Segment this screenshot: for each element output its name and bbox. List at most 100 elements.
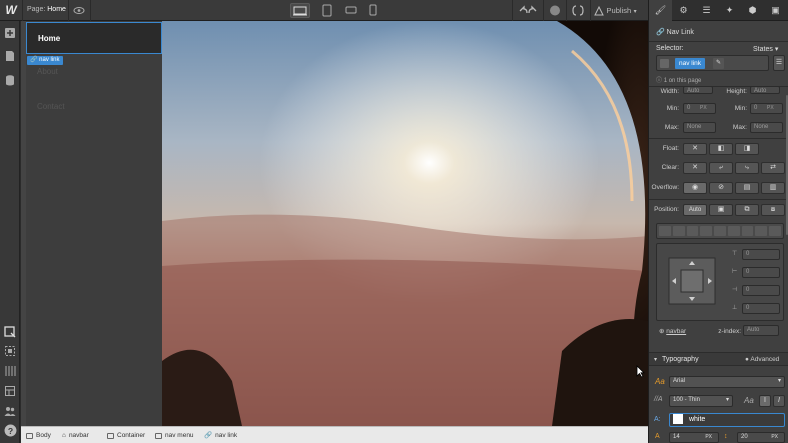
typography-section-header[interactable]: ▾ Typography ● Advanced (649, 352, 788, 366)
preset-right[interactable] (727, 226, 740, 236)
landscape-phone-view-button[interactable] (344, 3, 358, 18)
nav-link-home[interactable]: Home (26, 22, 162, 54)
clear-right-button[interactable]: ⤷ (735, 162, 759, 174)
breadcrumb-container[interactable]: Container (107, 431, 145, 440)
unit-label: PX (705, 434, 712, 440)
max-height-field[interactable]: None (750, 122, 783, 133)
min-height-label: Min: (734, 105, 747, 112)
nav-link-contact[interactable]: Contact (26, 91, 162, 123)
selector-menu-button[interactable]: ☰ (773, 55, 785, 71)
selector-chip[interactable]: nav link (675, 58, 706, 69)
webflow-logo[interactable]: W (2, 2, 20, 19)
float-left-button[interactable]: ◧ (709, 143, 733, 155)
italic-icon: I (778, 397, 780, 404)
clear-both-button[interactable]: ⇄ (761, 162, 785, 174)
breadcrumb-body[interactable]: Body (26, 431, 51, 440)
color-swatch[interactable] (673, 414, 683, 425)
position-box-diagram[interactable] (667, 256, 717, 306)
page-selector[interactable]: Page: Home (27, 6, 66, 13)
tab-symbols[interactable]: ⬢ (741, 0, 764, 21)
zindex-field[interactable]: Auto (743, 325, 779, 336)
tablet-view-button[interactable] (320, 3, 334, 18)
advanced-toggle[interactable]: ● Advanced (745, 356, 779, 363)
position-fixed-button[interactable]: ⧇ (761, 204, 785, 216)
bottom-arrow-icon: ⊥ (732, 305, 738, 311)
select-box-icon[interactable] (4, 345, 16, 357)
layout-guides-icon[interactable] (4, 385, 16, 397)
chevron-down-icon: ▾ (725, 397, 729, 403)
preset-bottom-right[interactable] (700, 226, 713, 236)
clear-none-button[interactable]: ✕ (683, 162, 707, 174)
selector-label: Selector: (656, 45, 684, 52)
right-offset-field[interactable]: 0 (742, 285, 780, 296)
zindex-label: z-index: (718, 328, 741, 335)
float-none-button[interactable]: ✕ (683, 143, 707, 155)
publish-button[interactable]: Publish ▾ (594, 3, 646, 18)
close-icon: ✕ (692, 145, 698, 152)
preset-top-right[interactable] (672, 226, 685, 236)
preset-bottom[interactable] (755, 226, 768, 236)
states-dropdown[interactable]: States ▾ (753, 45, 778, 53)
undo-redo-buttons[interactable] (516, 3, 540, 18)
position-presets (659, 226, 782, 236)
italic-button[interactable]: I (773, 395, 785, 407)
clear-left-icon: ⤶ (719, 164, 723, 171)
unit-label: PX (767, 105, 774, 111)
overflow-visible-button[interactable]: ◉ (683, 182, 707, 194)
tab-settings[interactable]: ⚙ (672, 0, 695, 21)
clear-left-button[interactable]: ⤶ (709, 162, 733, 174)
font-weight-select[interactable]: 100 - Thin ▾ (669, 395, 733, 407)
bottom-offset-field[interactable]: 0 (742, 303, 780, 314)
overflow-auto-button[interactable]: ▥ (761, 182, 785, 194)
relative-to-parent[interactable]: ⊕ navbar (659, 327, 686, 335)
max-width-field[interactable]: None (683, 122, 716, 133)
add-element-icon[interactable] (4, 27, 16, 39)
navigator-button[interactable] (547, 3, 563, 18)
chevron-down-icon: ▾ (774, 46, 779, 53)
font-size-field[interactable]: 14 PX (669, 432, 719, 443)
position-auto-button[interactable]: Auto (683, 204, 707, 216)
preset-full[interactable] (769, 226, 782, 236)
breadcrumb-nav-link[interactable]: 🔗 nav link (204, 431, 237, 440)
position-absolute-button[interactable]: ⧉ (735, 204, 759, 216)
width-field[interactable]: Auto (683, 86, 713, 94)
portrait-phone-view-button[interactable] (366, 3, 380, 18)
help-icon[interactable]: ? (4, 424, 17, 437)
desktop-view-button[interactable] (290, 3, 310, 18)
min-width-field[interactable]: 0 PX (683, 103, 716, 114)
users-icon[interactable] (4, 405, 16, 417)
height-field[interactable]: Auto (750, 86, 780, 94)
edit-pencil-icon[interactable]: ✎ (713, 58, 724, 69)
grid-columns-icon[interactable] (4, 365, 16, 377)
italic-off-button[interactable]: I (759, 395, 771, 407)
tab-navigator[interactable]: ☰ (695, 0, 718, 21)
top-offset-field[interactable]: 0 (742, 249, 780, 260)
select-element-icon[interactable] (4, 326, 16, 338)
preset-left[interactable] (714, 226, 726, 236)
pages-icon[interactable] (4, 50, 16, 62)
design-canvas[interactable]: Home 🔗 nav link About Contact (21, 21, 648, 426)
left-offset-field[interactable]: 0 (742, 267, 780, 278)
position-relative-button[interactable]: ▣ (709, 204, 733, 216)
line-height-field[interactable]: 20 PX (737, 432, 785, 443)
preset-top[interactable] (741, 226, 754, 236)
breadcrumb-navbar[interactable]: ⌂ navbar (62, 431, 89, 440)
min-height-field[interactable]: 0 PX (750, 103, 783, 114)
text-color-field[interactable]: white (669, 413, 785, 427)
tab-assets[interactable]: ▣ (764, 0, 787, 21)
cms-database-icon[interactable] (4, 74, 16, 86)
preview-eye-icon[interactable] (72, 4, 86, 17)
nav-link-about[interactable]: About (26, 56, 162, 88)
selector-field[interactable]: nav link ✎ (656, 55, 769, 71)
tab-interactions[interactable]: ✦ (718, 0, 741, 21)
code-export-button[interactable] (569, 3, 587, 18)
tab-style[interactable]: 🖌 (649, 0, 672, 21)
overflow-hidden-button[interactable]: ⊘ (709, 182, 733, 194)
font-family-select[interactable]: Arial ▾ (669, 376, 785, 388)
position-presets-bar[interactable] (656, 223, 784, 239)
preset-top-left[interactable] (659, 226, 671, 236)
preset-bottom-left[interactable] (686, 226, 699, 236)
float-right-button[interactable]: ◨ (735, 143, 759, 155)
breadcrumb-nav-menu[interactable]: nav menu (155, 431, 194, 440)
overflow-scroll-button[interactable]: ▤ (735, 182, 759, 194)
